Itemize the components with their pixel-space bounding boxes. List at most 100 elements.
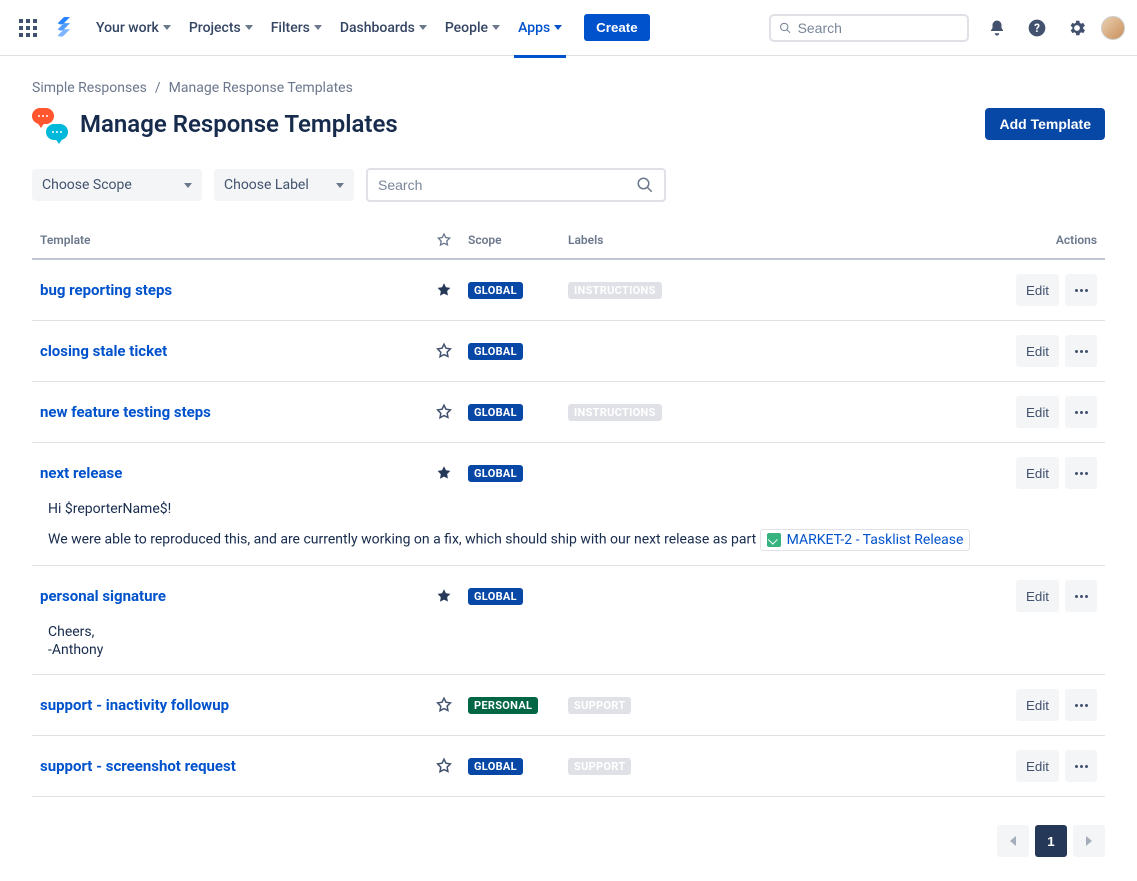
help-icon[interactable]: ? [1021,12,1053,44]
preview-line: Cheers, [48,624,1089,640]
star-outline-icon [435,403,453,421]
star-outline-icon [436,232,452,248]
global-search[interactable] [769,14,969,42]
scope-badge: GLOBAL [468,282,523,299]
label-select-label: Choose Label [224,177,309,193]
scope-select[interactable]: Choose Scope [32,169,202,201]
more-actions-button[interactable] [1065,750,1097,782]
add-template-button[interactable]: Add Template [985,108,1105,140]
avatar[interactable] [1101,16,1125,40]
edit-button[interactable]: Edit [1016,396,1059,428]
more-icon [1075,765,1088,768]
scope-badge: GLOBAL [468,343,523,360]
chevron-down-icon [419,25,427,30]
filters-bar: Choose Scope Choose Label [32,168,1105,202]
nav-label: Your work [96,20,159,36]
col-star [420,232,468,248]
chevron-right-icon [1086,836,1092,846]
search-icon [636,176,654,194]
nav-filters[interactable]: Filters [263,14,330,42]
scope-badge: GLOBAL [468,758,523,775]
chevron-down-icon [184,183,192,188]
page-next-button[interactable] [1073,825,1105,857]
star-filled-icon [435,281,453,299]
page-header: Manage Response Templates Add Template [32,108,1105,140]
template-search-input[interactable] [378,177,636,193]
label-select[interactable]: Choose Label [214,169,354,201]
more-actions-button[interactable] [1065,689,1097,721]
table-row: new feature testing stepsGLOBALINSTRUCTI… [32,382,1105,443]
col-template: Template [40,233,420,247]
edit-button[interactable]: Edit [1016,580,1059,612]
template-name-link[interactable]: support - screenshot request [40,757,236,775]
more-actions-button[interactable] [1065,580,1097,612]
star-toggle[interactable] [420,587,468,605]
svg-text:?: ? [1034,21,1040,35]
table-row: support - inactivity followupPERSONALSUP… [32,675,1105,736]
star-outline-icon [435,342,453,360]
nav-projects[interactable]: Projects [181,14,261,42]
page-content: Simple Responses / Manage Response Templ… [0,56,1137,881]
template-name-link[interactable]: closing stale ticket [40,342,167,360]
scope-select-label: Choose Scope [42,177,132,193]
preview-line: -Anthony [48,642,1089,658]
chevron-down-icon [554,25,562,30]
nav-label: Projects [189,20,241,36]
notifications-icon[interactable] [981,12,1013,44]
global-search-input[interactable] [798,20,959,36]
star-toggle[interactable] [420,696,468,714]
star-filled-icon [435,464,453,482]
nav-apps[interactable]: Apps [510,14,570,42]
edit-button[interactable]: Edit [1016,689,1059,721]
more-actions-button[interactable] [1065,396,1097,428]
chevron-left-icon [1010,836,1016,846]
edit-button[interactable]: Edit [1016,457,1059,489]
search-icon [779,21,792,35]
template-name-link[interactable]: new feature testing steps [40,403,211,421]
nav-label: People [445,20,488,36]
app-switcher-icon[interactable] [12,12,44,44]
nav-label: Dashboards [340,20,415,36]
edit-button[interactable]: Edit [1016,274,1059,306]
nav-right: ? [981,12,1125,44]
template-name-link[interactable]: bug reporting steps [40,281,172,299]
template-preview: Hi $reporterName$!We were able to reprod… [40,489,1097,551]
template-name-link[interactable]: next release [40,464,122,482]
template-name-link[interactable]: personal signature [40,587,166,605]
breadcrumb: Simple Responses / Manage Response Templ… [32,80,1105,96]
edit-button[interactable]: Edit [1016,750,1059,782]
table-row: closing stale ticket GLOBAL Edit [32,321,1105,382]
star-toggle[interactable] [420,403,468,421]
pagination: 1 [32,825,1105,857]
edit-button[interactable]: Edit [1016,335,1059,367]
star-toggle[interactable] [420,281,468,299]
template-search[interactable] [366,168,666,202]
label-badge: INSTRUCTIONS [568,404,662,421]
more-actions-button[interactable] [1065,274,1097,306]
page-number-button[interactable]: 1 [1035,825,1067,857]
nav-dashboards[interactable]: Dashboards [332,14,435,42]
breadcrumb-root[interactable]: Simple Responses [32,80,147,96]
star-outline-icon [435,696,453,714]
nav-people[interactable]: People [437,14,508,42]
col-labels: Labels [568,233,977,247]
star-outline-icon [435,757,453,775]
scope-badge: GLOBAL [468,588,523,605]
create-button[interactable]: Create [584,14,650,41]
template-name-link[interactable]: support - inactivity followup [40,696,229,714]
more-actions-button[interactable] [1065,335,1097,367]
more-actions-button[interactable] [1065,457,1097,489]
star-toggle[interactable] [420,464,468,482]
star-toggle[interactable] [420,342,468,360]
nav-label: Apps [518,20,550,36]
page-prev-button[interactable] [997,825,1029,857]
nav-items: Your work Projects Filters Dashboards Pe… [88,14,650,42]
settings-icon[interactable] [1061,12,1093,44]
issue-link[interactable]: MARKET-2 - Tasklist Release [760,529,971,551]
page-title: Manage Response Templates [80,110,398,138]
star-toggle[interactable] [420,757,468,775]
top-nav: Your work Projects Filters Dashboards Pe… [0,0,1137,56]
nav-your-work[interactable]: Your work [88,14,179,42]
jira-logo-icon[interactable] [48,12,80,44]
col-scope: Scope [468,233,568,247]
